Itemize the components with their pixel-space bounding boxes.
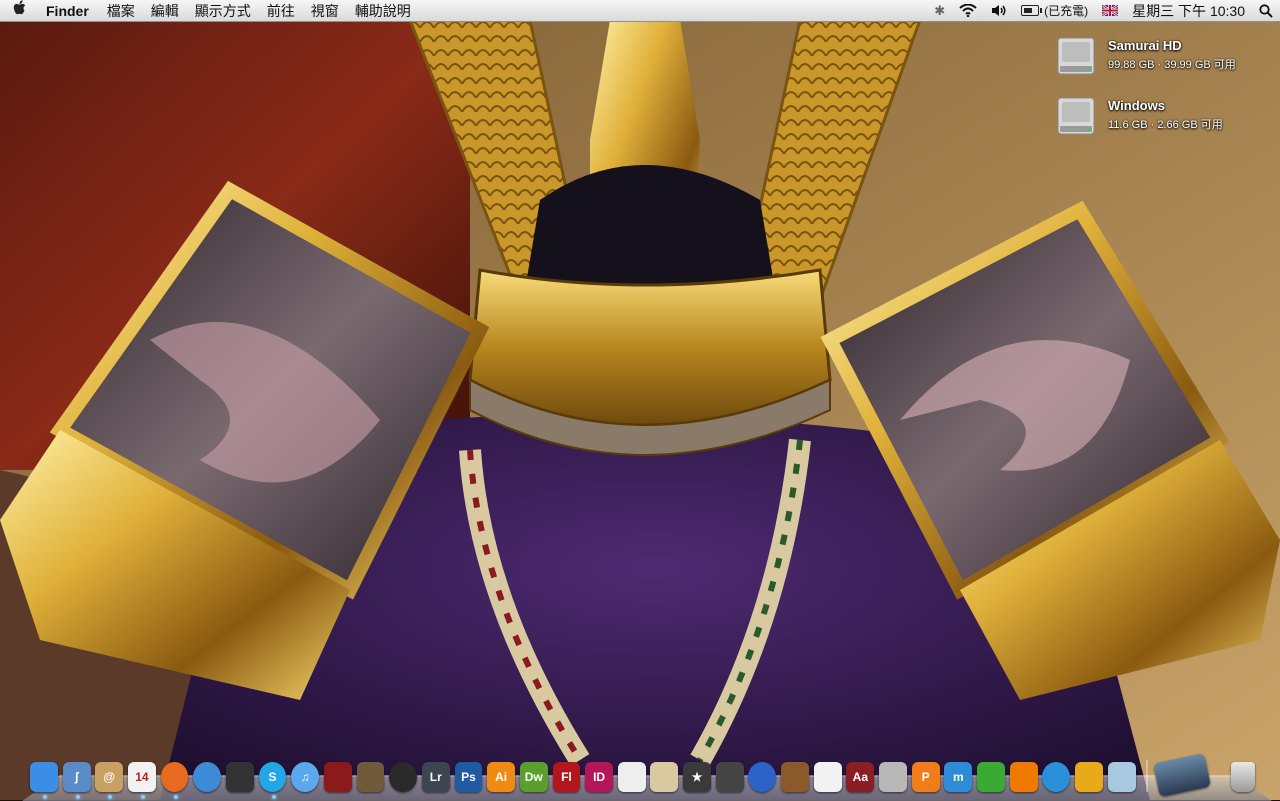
script-icon[interactable]: ʃ — [62, 762, 91, 799]
dock-icon-glyph: ʃ — [74, 770, 79, 784]
desktop-disk-samurai-hd[interactable]: Samurai HD 99.88 GB · 39.99 GB 可用 — [1056, 36, 1236, 76]
menu-edit[interactable]: 編輯 — [143, 1, 187, 21]
dock-icon-glyph: Fl — [561, 770, 572, 784]
dock-icon-glyph: ID — [593, 770, 606, 784]
battery-status: (已充電) — [1044, 4, 1089, 18]
preview-icon[interactable] — [650, 762, 679, 792]
disk-name: Windows — [1108, 98, 1165, 113]
photoshop-icon[interactable]: Ps — [454, 762, 483, 792]
disk-info: 11.6 GB · 2.66 GB 可用 — [1108, 119, 1223, 131]
imovie-icon[interactable]: ★ — [683, 762, 711, 792]
dictionary-icon[interactable]: Aa — [846, 762, 875, 792]
dock-icon-glyph: 14 — [135, 770, 149, 784]
iphoto-icon[interactable] — [356, 762, 385, 792]
textedit-icon[interactable] — [813, 762, 842, 792]
apple-menu-icon[interactable] — [0, 0, 40, 21]
dock-icon-glyph: Dw — [524, 770, 543, 784]
lightroom-icon[interactable]: Lr — [421, 762, 450, 792]
garageband-icon[interactable] — [781, 762, 809, 792]
acrobat-icon[interactable] — [617, 762, 646, 792]
disk-info: 99.88 GB · 39.99 GB 可用 — [1108, 59, 1236, 71]
dock-icon-glyph: P — [921, 770, 930, 784]
ninja-icon[interactable] — [225, 762, 254, 792]
running-indicator — [75, 795, 80, 799]
final-cut-icon[interactable] — [715, 762, 744, 792]
app-menu-finder[interactable]: Finder — [40, 3, 99, 19]
ical-icon[interactable]: 14 — [127, 762, 156, 799]
dock-icon-glyph: @ — [103, 770, 116, 784]
battery-icon — [1021, 5, 1043, 16]
address-book-icon[interactable]: @ — [95, 762, 124, 799]
dock: ʃ @14 S ♫ Lr Ps Ai Dw Fl ID ★ Aa Pm — [30, 752, 1260, 799]
volume-icon[interactable] — [984, 4, 1014, 17]
dreamweaver-icon[interactable]: Dw — [519, 762, 548, 792]
quicktime-icon[interactable] — [1042, 762, 1071, 792]
dvd-player-icon[interactable] — [748, 762, 777, 792]
pages-icon[interactable]: P — [911, 762, 940, 792]
front-row-icon[interactable] — [1075, 762, 1103, 792]
trash-icon[interactable] — [1230, 762, 1256, 792]
firefox-icon[interactable] — [160, 762, 189, 799]
running-indicator — [271, 795, 276, 799]
battery-menu[interactable]: (已充電) — [1014, 2, 1095, 19]
dock-icon-glyph: ♫ — [300, 770, 310, 784]
itunes-icon[interactable]: ♫ — [291, 762, 320, 792]
dock-icon-glyph: Aa — [852, 770, 868, 784]
desktop-disk-windows[interactable]: Windows 11.6 GB · 2.66 GB 可用 — [1056, 96, 1223, 136]
skype-icon[interactable]: S — [258, 762, 287, 799]
dock-icon-glyph: Ps — [461, 770, 476, 784]
illustrator-icon[interactable]: Ai — [487, 762, 516, 792]
dock-separator — [1146, 760, 1149, 792]
aperture-icon[interactable] — [389, 762, 418, 792]
indesign-icon[interactable]: ID — [585, 762, 614, 792]
safari-icon[interactable] — [193, 762, 222, 792]
menu-window[interactable]: 視窗 — [303, 1, 347, 21]
menu-go[interactable]: 前往 — [259, 1, 303, 21]
menu-clock[interactable]: 星期三 下午 10:30 — [1125, 1, 1252, 21]
flash-icon[interactable]: Fl — [552, 762, 581, 792]
idvd-icon[interactable] — [323, 762, 352, 792]
dock-icon-glyph: Lr — [429, 770, 442, 784]
cube-icon[interactable] — [1107, 762, 1136, 792]
menu-bar: Finder 檔案 編輯 顯示方式 前往 視窗 輔助說明 ✱ (已充電) 星期三… — [0, 0, 1280, 22]
running-indicator — [43, 795, 47, 799]
menu-view[interactable]: 顯示方式 — [187, 1, 259, 21]
finder-icon[interactable] — [30, 762, 58, 799]
running-indicator — [173, 795, 178, 799]
stack-icon[interactable] — [1153, 752, 1212, 798]
bluetooth-icon[interactable]: ✱ — [927, 3, 952, 19]
input-source-menu[interactable] — [1095, 5, 1125, 16]
calculator-icon[interactable] — [879, 762, 907, 792]
dock-icon-glyph: S — [268, 770, 277, 784]
dock-icon-glyph: Ai — [495, 770, 508, 784]
menu-help[interactable]: 輔助說明 — [347, 1, 419, 21]
hard-drive-icon — [1057, 97, 1095, 135]
vlc-icon[interactable] — [1009, 762, 1038, 792]
hard-drive-icon — [1057, 37, 1095, 75]
dock-icon-glyph: m — [952, 770, 964, 784]
menu-file[interactable]: 檔案 — [99, 1, 143, 21]
menu-extras: ✱ (已充電) 星期三 下午 10:30 — [927, 0, 1280, 22]
uk-flag-icon — [1102, 5, 1119, 16]
numbers-icon[interactable] — [977, 762, 1005, 792]
dock-icon-glyph: ★ — [691, 770, 703, 784]
disk-name: Samurai HD — [1108, 38, 1182, 53]
wifi-icon[interactable] — [952, 4, 984, 17]
spotlight-icon[interactable] — [1252, 3, 1280, 18]
keynote-icon[interactable]: m — [944, 762, 973, 792]
running-indicator — [140, 795, 145, 799]
